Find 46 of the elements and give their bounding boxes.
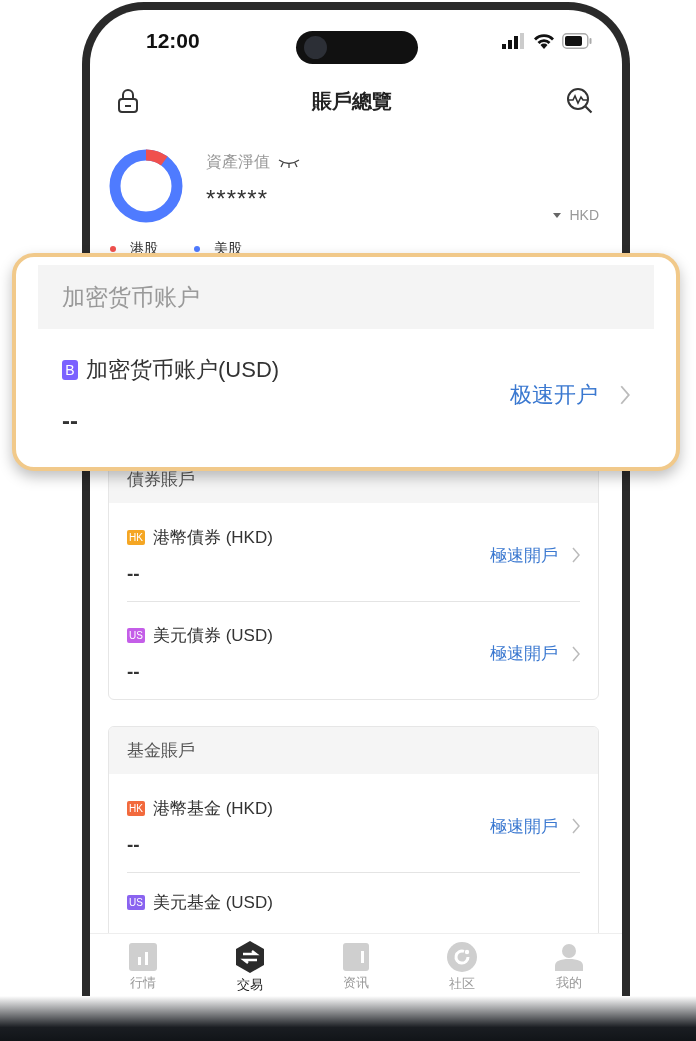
chevron-icon (620, 385, 630, 405)
eye-closed-icon[interactable] (278, 157, 300, 168)
chevron-icon (572, 645, 580, 662)
news-icon (343, 942, 369, 971)
net-assets-value: ****** (206, 185, 270, 213)
open-account-link[interactable]: 極速開戶 (490, 814, 580, 838)
bar-chart-icon (129, 942, 158, 971)
account-value: -- (127, 833, 141, 856)
signal-icon (502, 33, 526, 49)
account-name: 港幣債券 (HKD) (152, 526, 273, 549)
person-icon (554, 942, 583, 971)
card-title: 基金賬戶 (127, 740, 195, 762)
caret-icon[interactable] (553, 212, 562, 218)
tab[interactable]: 行情 (90, 934, 197, 1000)
page-title: 賬戶總覽 (312, 88, 392, 114)
tab[interactable]: 我的 (515, 934, 622, 1000)
refresh-circle-icon (447, 941, 478, 972)
tab[interactable]: 资讯 (302, 934, 410, 1000)
currency-badge: HK (127, 800, 145, 816)
currency-badge: HK (127, 529, 145, 545)
card-title: 債券賬戶 (127, 469, 195, 491)
currency-badge: US (127, 895, 145, 910)
exchange-arrows-icon (234, 940, 265, 973)
tab[interactable]: 交易 (196, 934, 303, 1000)
wifi-icon (533, 33, 555, 49)
battery-icon (562, 33, 592, 49)
chart-search-icon[interactable] (566, 87, 594, 115)
open-account-link[interactable]: 極速開戶 (490, 543, 580, 567)
currency-badge: B (62, 360, 78, 380)
account-name: 港幣基金 (HKD) (152, 797, 273, 820)
currency-selector[interactable]: HKD (569, 207, 599, 223)
chevron-icon (572, 818, 580, 834)
account-name: 加密货币账户(USD) (86, 356, 280, 384)
account-name: 美元基金 (USD) (152, 892, 273, 914)
net-assets-label: 資產淨值 (206, 152, 270, 172)
lock-icon[interactable] (118, 89, 138, 113)
chevron-icon (572, 547, 580, 563)
account-value: -- (127, 562, 141, 585)
account-name: 美元債券 (USD) (152, 625, 273, 647)
open-account-link[interactable]: 极速开户 (510, 380, 630, 410)
account-value: -- (127, 661, 141, 683)
open-account-link[interactable]: 極速開戶 (490, 642, 580, 665)
card-title: 加密货币账户 (62, 282, 200, 312)
currency-badge: US (127, 628, 145, 643)
account-value: -- (62, 407, 79, 435)
status-time: 12:00 (146, 29, 200, 53)
